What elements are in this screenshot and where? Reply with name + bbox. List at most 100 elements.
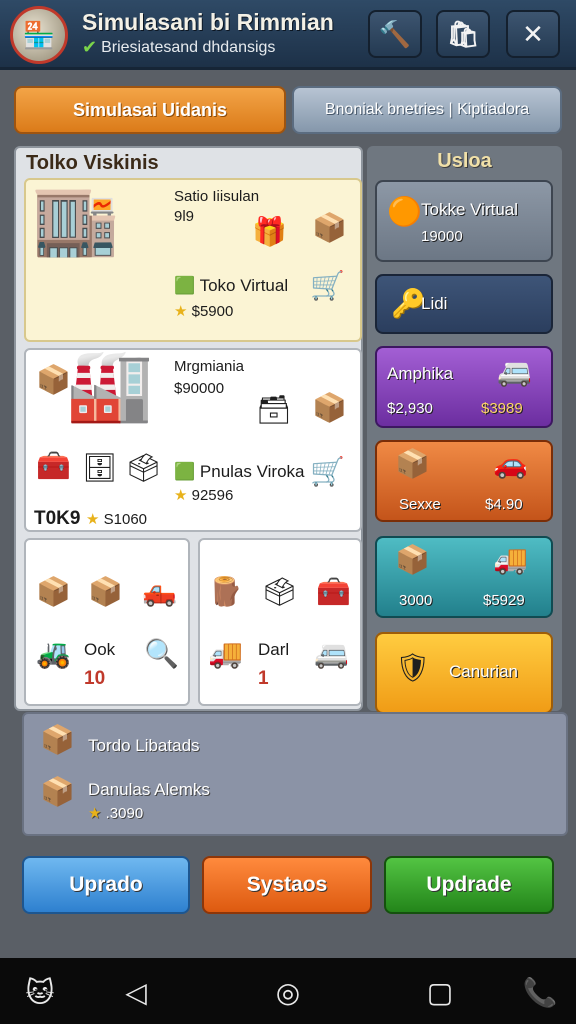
amphika-button[interactable]: Amphika 🚐 $2,930 $3989 — [375, 346, 553, 428]
store-card-3[interactable]: 📦 📦 🛻 🚜 Ook 10 🔍 — [24, 538, 190, 706]
bag-icon: 🛍 — [446, 18, 480, 49]
upgrade-panel: Usloa 🟠 Tokke Virtual 19000 🔑 Lidi Amphi… — [367, 146, 562, 714]
card2-line2: $90000 — [174, 380, 225, 397]
home-icon[interactable]: ◎ — [268, 972, 308, 1012]
canurian-button[interactable]: 🛡 Canurian — [375, 632, 553, 714]
card4-label: Darl — [258, 640, 290, 659]
card2-footer-label: T0K9 — [34, 508, 81, 529]
crate-icon: 📦 — [312, 212, 347, 243]
recents-icon[interactable]: ▢ — [420, 972, 460, 1012]
card2-footer-price: ★ S1060 — [86, 510, 147, 528]
lidi-button[interactable]: 🔑 Lidi — [375, 274, 553, 334]
app-shortcut-icon[interactable]: 🐱 — [20, 972, 60, 1012]
card4-value: 1 — [258, 668, 269, 689]
crate-icon: 📦 — [36, 576, 71, 607]
crate-icon: 📦 — [88, 576, 123, 607]
updrade-button[interactable]: Updrade — [384, 856, 554, 914]
tab-business[interactable]: Bnoniak bnetries | Kiptiadora — [292, 86, 562, 134]
card2-name: 🟩 Pnulas Viroka — [174, 462, 305, 482]
star-icon: ★ — [86, 511, 100, 528]
card2-price: ★ 92596 — [174, 486, 233, 504]
inventory-panel: 📦 Tordo Libatads 📦 Danulas Alemks ★ .309… — [22, 712, 568, 836]
gift-box-icon: 🎁 — [252, 216, 287, 247]
sexxe-button[interactable]: 📦 🚗 Sexxe $4.90 — [375, 440, 553, 522]
forklift-icon: 🚜 — [36, 638, 71, 669]
store-building-icon: 🏬 — [32, 180, 120, 258]
card3-label: Ook — [84, 640, 116, 659]
tab-simulation[interactable]: Simulasai Uidanis — [14, 86, 286, 134]
cart-icon: 🛒 — [310, 456, 345, 487]
card1-price: ★ $5900 — [174, 302, 233, 320]
truck-icon: 🚚 — [208, 638, 243, 669]
card1-name-text: Toko Virtual — [199, 276, 289, 295]
crate-icon: 📦 — [312, 392, 347, 423]
hammer-button[interactable]: 🔨 — [368, 10, 422, 58]
star-icon: ★ — [174, 487, 188, 504]
card1-line1: Satio Iiisulan — [174, 188, 260, 205]
shop-bag-button[interactable]: 🛍 — [436, 10, 490, 58]
delivery-button[interactable]: 📦 🚚 3000 $5929 — [375, 536, 553, 618]
cart-icon: 🛒 — [310, 270, 345, 301]
delivery-label: 3000 — [399, 592, 433, 609]
lidi-label: Lidi — [421, 294, 448, 313]
crate-icon: 📦 — [395, 448, 430, 479]
sexxe-label: Sexxe — [399, 496, 441, 513]
amphika-price1: $2,930 — [387, 400, 433, 417]
locker-icon: 🗳 — [126, 452, 162, 483]
store-card-1[interactable]: 🏬 Satio Iiisulan 9l9 🎁 📦 🟩 Toko Virtual … — [24, 178, 362, 342]
card1-name: 🟩 Toko Virtual — [174, 276, 288, 296]
store-card-2[interactable]: 📦 🏭 Mrgmiania $90000 🗃 📦 🧰 🗄 🗳 🟩 Pnulas … — [24, 348, 362, 532]
car-icon: 🚗 — [493, 448, 528, 479]
red-box-icon: 🧰 — [316, 576, 351, 607]
tab-bar: Simulasai Uidanis Bnoniak bnetries | Kip… — [14, 86, 562, 134]
amphika-price2: $3989 — [481, 400, 523, 417]
card2-line1: Mrgmiania — [174, 358, 245, 375]
star-icon: ★ — [88, 805, 102, 822]
shield-icon: 🛡 — [395, 652, 431, 683]
app-title: Simulasani bi Rimmian — [82, 9, 334, 35]
check-icon: ✔ — [82, 37, 98, 57]
coin-icon: 🟠 — [387, 196, 422, 227]
phone-icon[interactable]: 📞 — [520, 972, 560, 1012]
chest-icon: 🗃 — [256, 394, 292, 425]
dolly-icon: 🛻 — [142, 576, 177, 607]
cube-icon: 🟩 — [174, 276, 196, 295]
close-icon: ✕ — [522, 18, 544, 49]
uprado-button[interactable]: Uprado — [22, 856, 190, 914]
card2-footer-price-text: S1060 — [103, 511, 147, 528]
header-bar: 🏪 Simulasani bi Rimmian ✔ Briesiatesand … — [0, 0, 576, 70]
card3-value: 10 — [84, 668, 106, 689]
store-card-4[interactable]: 🪵 🗳 🧰 🚚 Darl 1 🚐 — [198, 538, 362, 706]
delivery-price: $5929 — [483, 592, 525, 609]
app-subtitle-text: Briesiatesand dhdansigs — [101, 38, 276, 56]
red-box-icon: 🧰 — [36, 450, 71, 481]
shelf-icon: 🗄 — [82, 452, 118, 483]
wood-stack-icon: 🪵 — [208, 576, 243, 607]
main-area: Tolko Viskinis 🏬 Satio Iiisulan 9l9 🎁 📦 … — [14, 146, 568, 836]
canurian-label: Canurian — [449, 662, 518, 681]
magnifier-icon: 🔍 — [144, 638, 179, 669]
cube-icon: 🟩 — [174, 462, 196, 481]
shop-logo-icon: 🏪 — [10, 6, 68, 64]
amphika-label: Amphika — [387, 364, 454, 383]
virtual-store-label: Tokke Virtual — [421, 200, 519, 219]
systaos-button[interactable]: Systaos — [202, 856, 372, 914]
sexxe-price: $4.90 — [485, 496, 523, 513]
app-subtitle: ✔ Briesiatesand dhdansigs — [82, 37, 275, 58]
star-icon: ★ — [174, 303, 188, 320]
van-icon: 🚐 — [314, 638, 349, 669]
back-icon[interactable]: ◁ — [116, 972, 156, 1012]
close-button[interactable]: ✕ — [506, 10, 560, 58]
hammer-icon: 🔨 — [378, 18, 412, 49]
store-list-panel: Tolko Viskinis 🏬 Satio Iiisulan 9l9 🎁 📦 … — [14, 146, 363, 711]
warehouse-icon: 🏭 — [66, 346, 154, 424]
truck-icon: 🚚 — [493, 544, 528, 575]
inventory-row-2-price: ★ .3090 — [88, 804, 143, 822]
inventory-row-1: Tordo Libatads — [88, 736, 200, 755]
crate-icon: 📦 — [40, 776, 75, 807]
system-nav-bar: 🐱 ◁ ◎ ▢ 📞 — [0, 958, 576, 1024]
virtual-store-button[interactable]: 🟠 Tokke Virtual 19000 — [375, 180, 553, 262]
inventory-row-2-price-text: .3090 — [105, 805, 144, 822]
card1-line2: 9l9 — [174, 208, 195, 225]
virtual-store-sub: 19000 — [421, 228, 463, 245]
